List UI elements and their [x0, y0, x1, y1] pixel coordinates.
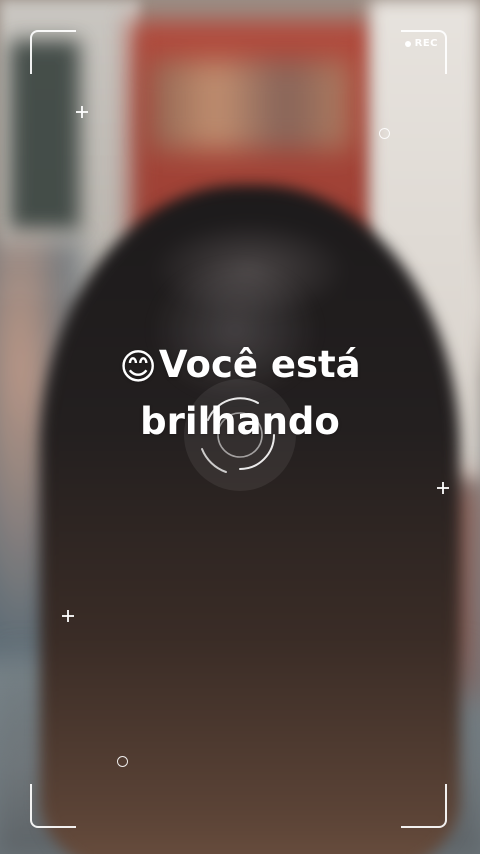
- rec-label: REC: [414, 38, 438, 49]
- plus-marker-icon: [62, 610, 74, 622]
- circle-marker-icon: [117, 756, 128, 767]
- smiling-face-emoji-icon: 😊: [119, 347, 157, 388]
- caption-text: 😊Você está brilhando: [0, 338, 480, 449]
- record-dot-icon: [404, 40, 411, 47]
- background-shelf-items: [150, 60, 350, 150]
- plus-marker-icon: [437, 482, 449, 494]
- viewfinder-corner-top-left-icon: [30, 30, 76, 74]
- viewfinder-corner-bottom-left-icon: [30, 784, 76, 828]
- caption-line-2: brilhando: [140, 400, 340, 443]
- circle-marker-icon: [379, 128, 390, 139]
- plus-marker-icon: [76, 106, 88, 118]
- recording-indicator: REC: [404, 38, 438, 49]
- viewfinder-corner-bottom-right-icon: [401, 784, 447, 828]
- viewfinder-corner-top-right-icon: [401, 30, 447, 74]
- caption-line-1: 😊Você está: [0, 338, 480, 395]
- caption-line-1-text: Você está: [158, 343, 361, 386]
